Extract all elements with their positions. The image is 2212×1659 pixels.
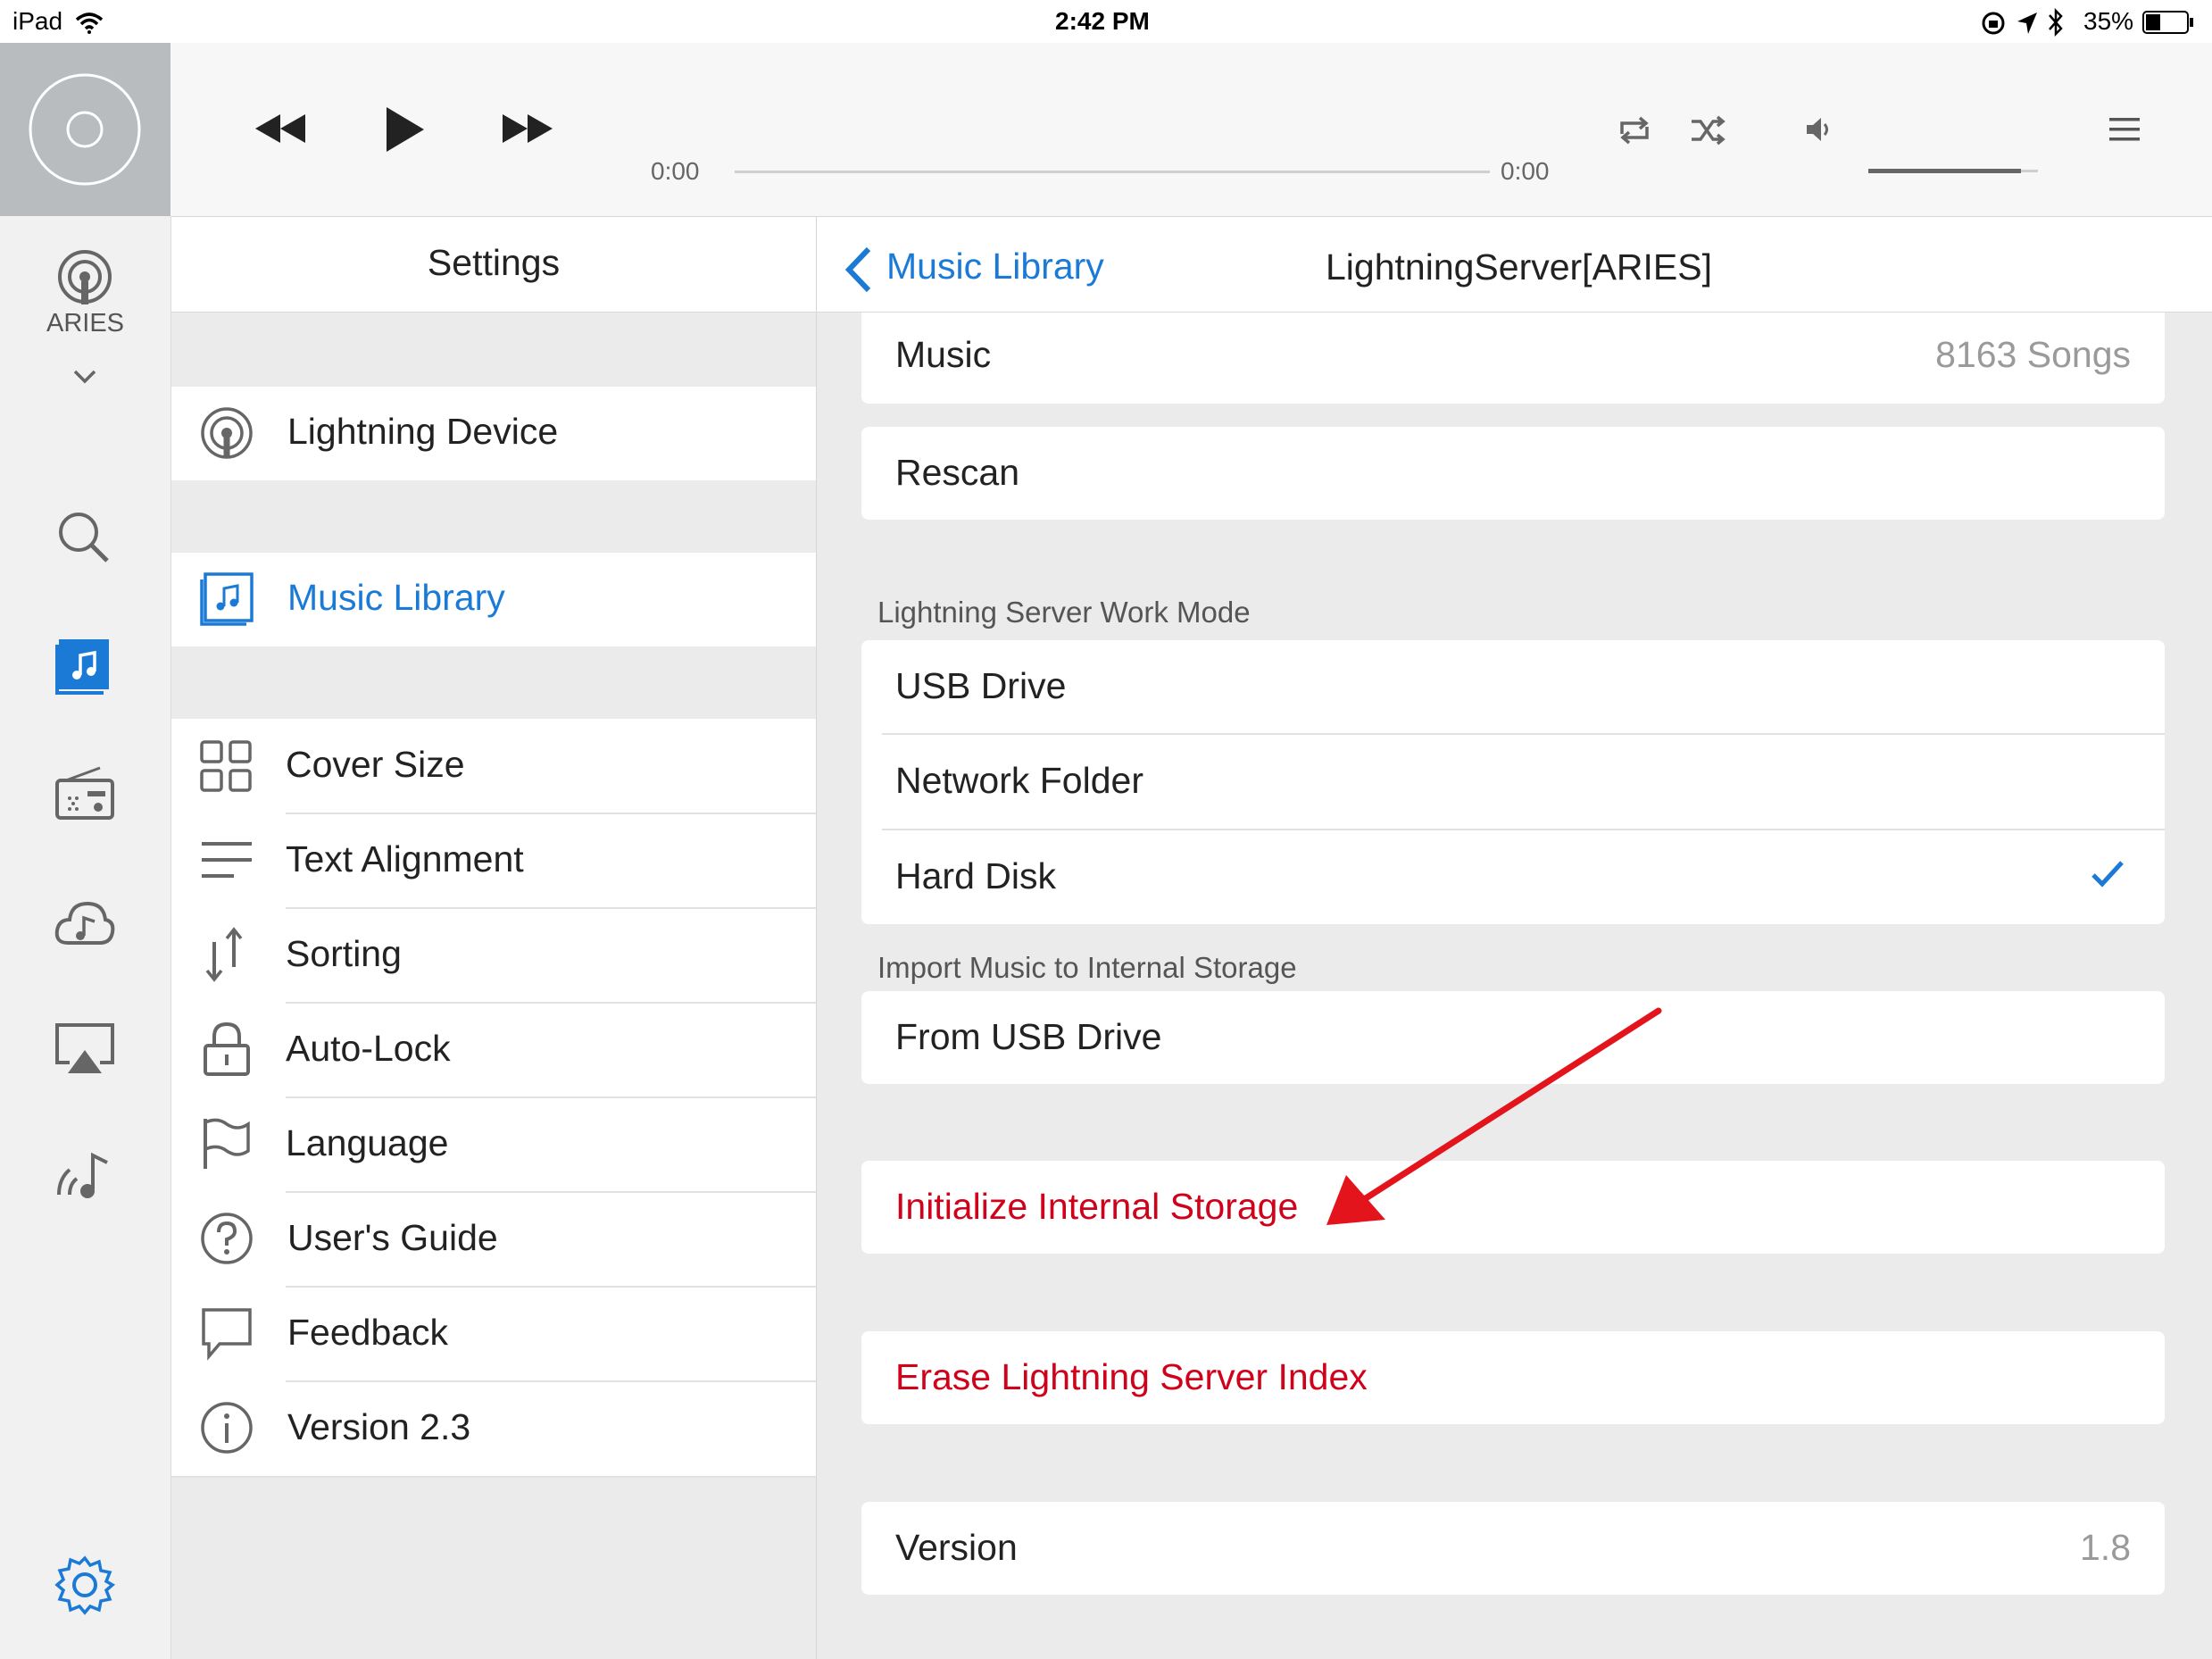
flag-icon [204,1118,250,1169]
detail-header: Music Library LightningServer[ARIES] [817,217,2212,313]
settings-item-language[interactable]: Language [171,1097,816,1192]
divider [171,1476,816,1478]
progress-slider[interactable] [735,171,1490,173]
question-icon [201,1213,253,1264]
settings-item-cover-size[interactable]: Cover Size [171,719,816,813]
device-icon [58,250,112,304]
import-header: Import Music to Internal Storage [877,951,1297,984]
shuffle-icon[interactable] [1690,114,1726,146]
erase-label: Erase Lightning Server Index [895,1356,1368,1397]
bluetooth-icon [2049,7,2063,38]
airplay-icon[interactable] [54,1018,116,1080]
import-usb-label: From USB Drive [895,1016,1162,1057]
elapsed-time: 0:00 [651,157,700,185]
disc-icon [29,73,141,186]
battery-icon [2142,11,2193,34]
rotation-lock-icon [1982,12,2005,35]
streaming-icon[interactable] [54,1143,116,1205]
chevron-down-icon[interactable] [71,368,98,386]
rescan-label: Rescan [895,452,1020,493]
rescan-button[interactable]: Rescan [861,427,2165,520]
player-bar: 0:00 0:00 [170,43,2212,217]
settings-item-feedback[interactable]: Feedback [171,1287,816,1381]
chevron-left-icon [844,246,871,293]
settings-item-label: Language [286,1122,449,1163]
cloud-music-icon[interactable] [54,893,116,955]
menu-icon[interactable] [2108,116,2141,143]
settings-item-version[interactable]: Version 2.3 [171,1381,816,1476]
volume-slider[interactable] [1868,169,2038,173]
device-label: iPad [12,7,63,35]
work-mode-network-folder[interactable]: Network Folder [861,735,2165,830]
status-bar: iPad 2:42 PM 35% [0,0,2212,46]
radio-icon[interactable] [54,764,116,827]
work-mode-hard-disk[interactable]: Hard Disk [861,830,2165,924]
info-icon [201,1402,253,1454]
align-icon [202,842,252,878]
settings-item-label: Text Alignment [286,838,524,880]
settings-item-label: Auto-Lock [286,1028,451,1069]
settings-item-auto-lock[interactable]: Auto-Lock [171,1003,816,1097]
settings-item-label: Version 2.3 [287,1406,471,1447]
battery-percent: 35% [2083,7,2134,35]
settings-header: Settings [171,217,816,313]
device-selector[interactable] [54,246,116,308]
settings-item-lightning-device[interactable]: Lightning Device [171,387,816,480]
annotation-arrow-icon [1326,1007,1662,1225]
music-library-icon[interactable] [54,636,116,698]
music-count-row: Music 8163 Songs [861,313,2165,404]
settings-item-label: Music Library [287,577,505,618]
version-label: Version [895,1527,1018,1568]
back-label: Music Library [886,246,1104,287]
music-count: 8163 Songs [1935,334,2131,375]
settings-title: Settings [427,242,561,283]
lightning-device-icon [201,407,253,459]
sort-icon [205,927,243,982]
work-mode-header: Lightning Server Work Mode [877,596,1251,629]
erase-index-button[interactable]: Erase Lightning Server Index [861,1331,2165,1424]
detail-title: LightningServer[ARIES] [1326,246,1713,288]
settings-icon[interactable] [54,1554,116,1616]
work-mode-label: Network Folder [895,760,1143,801]
fast-forward-icon[interactable] [501,111,554,146]
work-mode-label: USB Drive [895,665,1067,706]
work-mode-usb-drive[interactable]: USB Drive [861,640,2165,734]
location-icon [2017,13,2037,34]
rewind-icon[interactable] [254,111,307,146]
wifi-icon [75,13,104,34]
play-icon[interactable] [383,105,428,154]
settings-item-label: User's Guide [287,1217,498,1258]
settings-item-music-library[interactable]: Music Library [171,553,816,646]
grid-icon [200,740,252,792]
music-label: Music [895,334,992,375]
initialize-label: Initialize Internal Storage [895,1186,1299,1227]
settings-item-label: Lightning Device [287,411,559,452]
work-mode-label: Hard Disk [895,855,1056,896]
volume-icon[interactable] [1804,114,1834,145]
settings-item-label: Cover Size [286,744,465,785]
checkmark-icon [2091,861,2124,888]
version-row: Version 1.8 [861,1502,2165,1595]
total-time: 0:00 [1501,157,1550,185]
settings-item-sorting[interactable]: Sorting [171,908,816,1003]
search-icon[interactable] [54,507,116,570]
clock: 2:42 PM [1055,7,1150,35]
settings-item-text-alignment[interactable]: Text Alignment [171,813,816,908]
speech-bubble-icon [202,1308,252,1361]
lock-icon [204,1021,250,1076]
volume-level [1868,169,2021,173]
settings-item-label: Feedback [287,1312,449,1353]
settings-item-users-guide[interactable]: User's Guide [171,1192,816,1287]
settings-item-label: Sorting [286,933,402,974]
music-library-icon [200,572,254,626]
device-name[interactable]: ARIES [0,309,170,338]
repeat-icon[interactable] [1617,114,1652,146]
version-value: 1.8 [2080,1527,2131,1568]
now-playing-cover[interactable] [0,43,170,216]
